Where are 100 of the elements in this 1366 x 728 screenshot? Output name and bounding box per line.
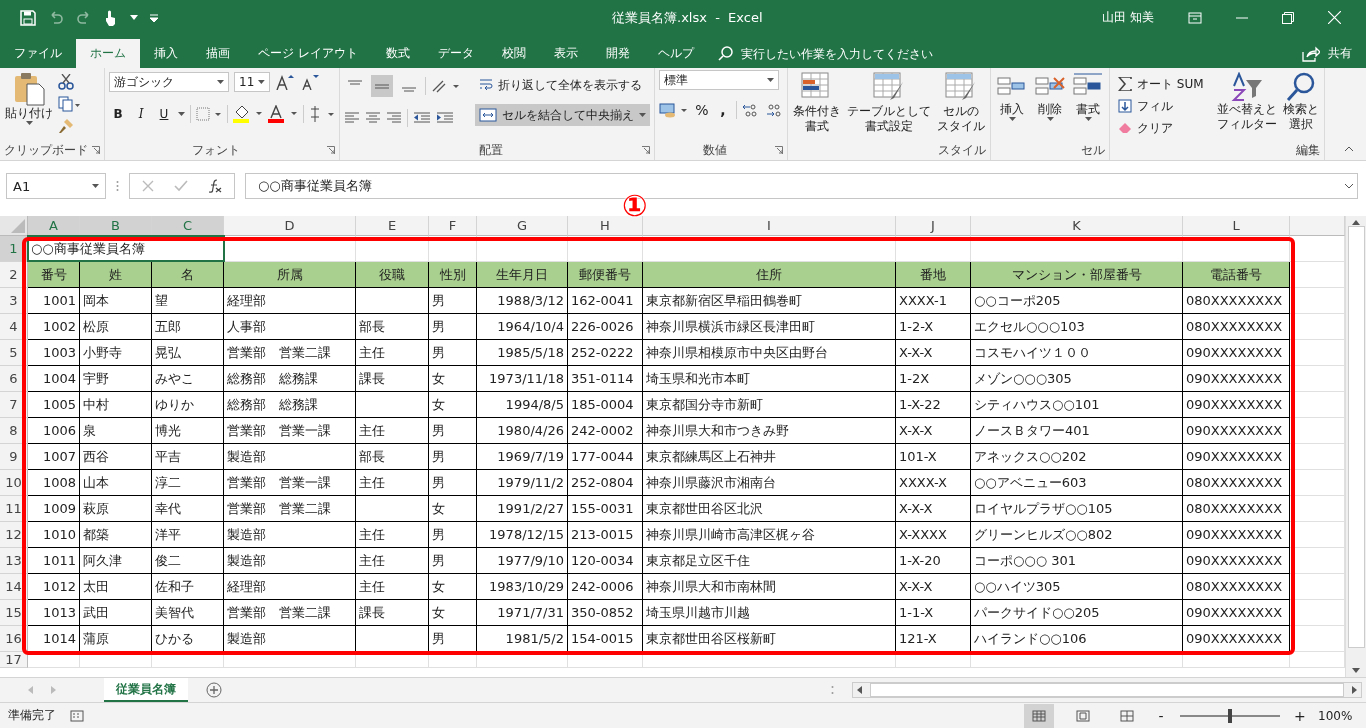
caret-icon[interactable] (178, 112, 185, 116)
macro-record-icon[interactable] (70, 709, 84, 722)
collapse-ribbon-icon[interactable] (1344, 146, 1354, 152)
ribbon-tab[interactable]: 挿入 (140, 39, 192, 68)
user-name[interactable]: 山田 知美 (1102, 9, 1154, 26)
align-right-icon[interactable] (386, 112, 402, 124)
ribbon-tab[interactable]: 描画 (192, 39, 244, 68)
column-header[interactable]: A (28, 216, 80, 236)
hand-icon[interactable] (104, 8, 118, 27)
column-header[interactable]: D (224, 216, 356, 236)
borders-icon[interactable] (196, 107, 222, 121)
sort-filter-button[interactable]: 並べ替えと フィルター (1215, 72, 1278, 132)
font-size-field[interactable]: 11 (234, 72, 270, 92)
column-header[interactable]: E (356, 216, 429, 236)
shrink-font-icon[interactable] (300, 74, 320, 90)
fill-button[interactable]: フィル (1114, 96, 1208, 116)
decrease-indent-icon[interactable] (413, 112, 431, 124)
save-icon[interactable] (20, 9, 36, 26)
percent-button[interactable]: % (694, 102, 710, 118)
function-icon[interactable] (208, 179, 222, 193)
style-button[interactable]: セルの スタイル (936, 72, 986, 134)
cells-button[interactable]: 削除 (1033, 72, 1067, 121)
font-name-field[interactable]: 游ゴシック (109, 72, 229, 92)
fill-color-icon[interactable] (233, 105, 263, 123)
zoom-out-button[interactable]: - (1156, 707, 1166, 724)
check-icon[interactable] (174, 180, 188, 192)
ribbon-tab[interactable]: 開発 (591, 39, 644, 68)
view-button[interactable] (1024, 703, 1054, 728)
clear-button[interactable]: クリア (1114, 118, 1208, 138)
tell-me-field[interactable]: 実行したい作業を入力してください (738, 45, 1043, 62)
ribbon-tab[interactable]: データ (423, 39, 488, 68)
align-left-icon[interactable] (344, 112, 360, 124)
ribbon-tab[interactable]: 表示 (539, 39, 592, 68)
column-header[interactable]: I (643, 216, 896, 236)
cells-button[interactable]: 挿入 (995, 72, 1029, 121)
sheet-tab[interactable]: 従業員名簿 (104, 678, 188, 702)
ribbon-tab[interactable]: ホーム (76, 39, 140, 68)
copy-icon[interactable] (58, 96, 80, 112)
share-button[interactable]: 共有 (1302, 39, 1366, 68)
increase-indent-icon[interactable] (436, 112, 454, 124)
grow-font-icon[interactable] (275, 74, 295, 90)
autosum-button[interactable]: オート SUM (1114, 74, 1208, 94)
restore-icon[interactable] (1282, 11, 1294, 24)
ribbon-tab[interactable]: 数式 (371, 39, 424, 68)
launcher-icon[interactable] (92, 146, 100, 154)
close-icon[interactable] (1328, 11, 1341, 24)
format-painter-icon[interactable] (58, 118, 74, 134)
style-button[interactable]: テーブルとして 書式設定 (846, 72, 932, 134)
decrease-decimal-icon[interactable] (765, 103, 783, 117)
column-header[interactable]: F (429, 216, 477, 236)
minimize-icon[interactable] (1236, 16, 1248, 19)
ribbon-tab[interactable]: 校閲 (487, 39, 540, 68)
launcher-icon[interactable] (327, 146, 335, 154)
number-format-field[interactable]: 標準 (659, 70, 779, 90)
paste-button[interactable]: 貼り付け (4, 72, 54, 125)
scroll-thumb[interactable] (1347, 225, 1365, 648)
column-header[interactable]: H (568, 216, 643, 236)
italic-button[interactable]: I (132, 104, 150, 124)
font-color-icon[interactable] (268, 105, 298, 123)
column-header[interactable]: L (1183, 216, 1290, 236)
bold-button[interactable]: B (109, 104, 127, 124)
launcher-icon[interactable] (775, 146, 783, 154)
horizontal-scrollbar[interactable] (852, 682, 1362, 698)
cells-button[interactable]: 書式 (1071, 72, 1105, 121)
launcher-icon[interactable] (642, 146, 650, 154)
zoom-in-button[interactable]: + (1294, 707, 1304, 724)
ribbon-tab[interactable]: ページ レイアウト (244, 39, 372, 68)
increase-decimal-icon[interactable] (742, 103, 760, 117)
caret-icon[interactable] (130, 15, 138, 20)
column-header[interactable]: K (971, 216, 1183, 236)
scroll-down-icon[interactable] (1352, 668, 1360, 673)
undo-icon[interactable] (48, 10, 64, 25)
phonetic-icon[interactable] (309, 105, 335, 123)
currency-icon[interactable] (659, 102, 689, 118)
ribbon-tab[interactable]: ファイル (0, 39, 76, 68)
column-header[interactable]: C (152, 216, 224, 236)
customize-icon[interactable] (150, 13, 158, 22)
zoom-level[interactable]: 100% (1318, 708, 1358, 723)
underline-button[interactable]: U (155, 104, 173, 124)
orientation-icon[interactable] (431, 79, 461, 93)
column-header[interactable]: J (896, 216, 971, 236)
column-header[interactable]: B (80, 216, 152, 236)
style-button[interactable]: 条件付き 書式 (792, 72, 842, 134)
ribbon-tab[interactable]: ヘルプ (643, 39, 708, 68)
ribbon-display-icon[interactable] (1188, 11, 1202, 24)
zoom-slider[interactable] (1180, 708, 1280, 723)
find-select-button[interactable]: 検索と 選択 (1281, 72, 1320, 132)
column-header[interactable]: G (477, 216, 568, 236)
scroll-right-icon[interactable] (1352, 686, 1357, 694)
row-header[interactable]: 17 (0, 652, 28, 668)
align-center-icon[interactable] (365, 112, 381, 124)
scissors-icon[interactable] (58, 74, 74, 90)
name-box[interactable]: A1 (6, 173, 106, 199)
vertical-scrollbar[interactable] (1345, 216, 1366, 677)
scroll-left-icon[interactable] (857, 686, 862, 694)
add-sheet-icon[interactable] (206, 682, 222, 698)
scroll-thumb[interactable] (870, 683, 1344, 697)
redo-icon[interactable] (76, 10, 92, 25)
merge-center-button[interactable]: セルを結合して中央揃え (475, 104, 650, 126)
wrap-text-button[interactable]: 折り返して全体を表示する (475, 74, 650, 96)
